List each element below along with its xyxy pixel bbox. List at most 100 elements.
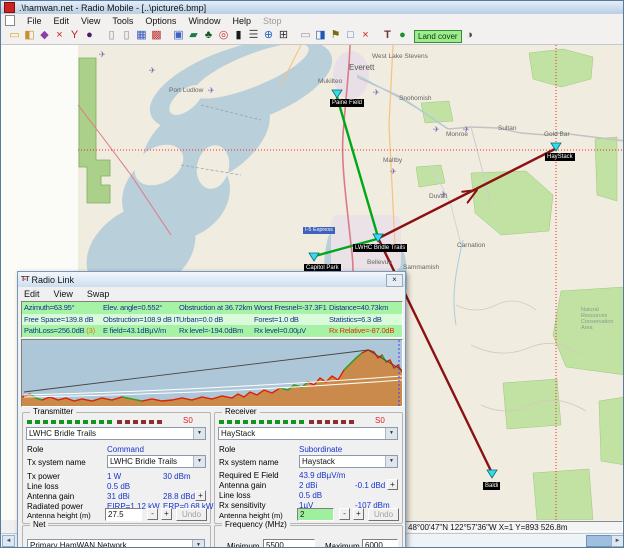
scroll-left-icon[interactable]: ◄ [2,535,15,547]
station-label-bridle-trails[interactable]: LWHC Bridle Trails [353,244,407,252]
radio-link-icon[interactable]: T [380,28,395,43]
frequency-maximum-input[interactable]: 6000 [362,539,398,548]
save-icon[interactable]: ◆ [37,28,52,43]
menu-tools[interactable]: Tools [112,16,133,26]
tx-antenna-pattern-button[interactable]: + [195,490,206,501]
frequency-minimum-input[interactable]: 5500 [263,539,315,548]
dialog-menu-edit[interactable]: Edit [24,289,40,299]
rx-line-loss-value: 0.5 dB [299,491,322,500]
menu-help[interactable]: Help [232,16,251,26]
city-label: Maltby [383,157,402,164]
dialog-title-bar[interactable]: T-T Radio Link × [18,272,405,288]
scroll-right-icon[interactable]: ► [611,535,624,547]
grayscale-icon[interactable]: ⊕ [261,28,276,43]
target-icon[interactable]: ◎ [216,28,231,43]
chevron-down-icon[interactable]: ▼ [385,456,397,467]
land-cover-badge: Land cover [414,30,462,43]
tx-height-plus-button[interactable]: + [161,508,172,520]
copy-icon[interactable]: ▣ [171,28,186,43]
rx-role-value: Subordinate [299,445,342,454]
close-icon[interactable]: × [386,274,403,287]
world-map-icon[interactable]: ● [82,28,97,43]
units-icon[interactable]: ♣ [201,28,216,43]
net-group: Net Primary HamWAN Network▼ [22,525,211,548]
page2-icon[interactable]: ▯ [119,28,134,43]
rx-line-loss-label: Line loss [219,491,251,500]
station-label-paine-field[interactable]: Paine Field [330,99,364,107]
legend-icon[interactable]: ▮ [231,28,246,43]
cursor-position-status: 48°00'47"N 122°57'36"W X=1 Y=893 526.8m [404,521,623,532]
menu-edit[interactable]: Edit [54,16,70,26]
tx-power-dbm: 30 dBm [163,472,191,481]
menu-window[interactable]: Window [188,16,220,26]
tiles-icon[interactable]: ◨ [313,28,328,43]
merge-pictures-icon[interactable]: ▩ [149,28,164,43]
tx-antenna-gain-dbi: 31 dBi [107,492,130,501]
chevron-down-icon[interactable]: ▼ [193,456,205,467]
antenna-icon[interactable]: Y [67,28,82,43]
radio-link-dialog: T-T Radio Link × Edit View Swap Azimuth=… [17,271,406,548]
internet-icon[interactable]: ● [395,28,410,43]
picture-properties-icon[interactable]: ▦ [134,28,149,43]
tx-role-label: Role [27,445,43,454]
rx-undo-button[interactable]: Undo [368,508,399,521]
chevron-down-icon[interactable]: ▼ [192,540,204,548]
svg-text:✈: ✈ [149,66,156,75]
delete-object-icon[interactable]: × [358,28,373,43]
contour-icon[interactable]: ⊞ [276,28,291,43]
tx-radiated-power-label: Radiated power [27,502,83,511]
window-title: .\hamwan.net - Radio Mobile - [..\pictur… [19,3,206,13]
rx-height-plus-button[interactable]: + [353,508,364,520]
info-rx-level-dbm: Rx level=-194.0dBm [179,325,254,337]
rx-unit-select[interactable]: HayStack▼ [218,427,398,440]
new-file-icon[interactable]: ▭ [7,28,22,43]
menu-file[interactable]: File [27,16,42,26]
express-route-label: I-5 Express [303,227,335,234]
tx-role-value: Command [107,445,144,454]
export-icon[interactable]: ▰ [186,28,201,43]
tx-power-watts: 1 W [107,472,121,481]
dialog-menu-view[interactable]: View [54,289,73,299]
station-label-baldi[interactable]: Baldi [483,482,500,490]
frequency-maximum-label: Maximum [325,542,360,548]
rx-antenna-gain-dbi: 2 dBi [299,481,317,490]
tx-s-meter-red [117,420,163,424]
title-bar[interactable]: .\hamwan.net - Radio Mobile - [..\pictur… [1,1,624,15]
rx-height-minus-button[interactable]: - [339,508,350,520]
menu-options[interactable]: Options [145,16,176,26]
link-info-panel: Azimuth=63.95° Elev. angle=0.552° Obstru… [21,301,403,338]
transmitter-group-label: Transmitter [30,407,76,417]
svg-text:✈: ✈ [373,88,380,97]
unit-flag-icon[interactable]: ⚑ [328,28,343,43]
elevation-icon[interactable]: ☰ [246,28,261,43]
rx-required-e-field-value: 43.9 dBµV/m [299,471,345,480]
net-select[interactable]: Primary HamWAN Network▼ [27,539,205,548]
tx-system-select[interactable]: LWHC Bridle Trails▼ [107,455,206,468]
delete-picture-icon[interactable]: × [52,28,67,43]
chevron-down-icon[interactable]: ▼ [385,428,397,439]
menu-view[interactable]: View [81,16,100,26]
tx-unit-select[interactable]: LWHC Bridle Trails▼ [26,427,206,440]
tx-antenna-height-input[interactable]: 27.5 [105,508,142,521]
settings-icon[interactable]: ◑ [462,28,477,43]
info-statistics: Statistics=6.3 dB [329,314,402,326]
station-label-haystack[interactable]: HayStack [545,153,575,161]
rx-antenna-pattern-button[interactable]: + [387,479,398,490]
dialog-menu-swap[interactable]: Swap [87,289,110,299]
info-rx-level-uv: Rx level=0.00µV [254,325,329,337]
info-azimuth: Azimuth=63.95° [22,302,103,314]
chevron-down-icon[interactable]: ▼ [193,428,205,439]
white-picture-icon[interactable]: ▭ [298,28,313,43]
rx-antenna-height-label: Antenna height (m) [219,511,283,520]
radio-link-icon: T-T [21,276,29,283]
rx-antenna-height-input[interactable]: 2 [297,508,334,521]
open-file-icon[interactable]: ◧ [22,28,37,43]
terrain-profile-chart[interactable] [21,339,403,407]
tx-height-minus-button[interactable]: - [147,508,158,520]
transmitter-group: Transmitter S0 LWHC Bridle Trails▼ Role … [22,412,211,524]
info-urban: Urban=0.0 dB [179,314,254,326]
tx-undo-button[interactable]: Undo [176,508,207,521]
page1-icon[interactable]: ▯ [104,28,119,43]
selection-icon[interactable]: □ [343,28,358,43]
rx-system-select[interactable]: Haystack▼ [299,455,398,468]
